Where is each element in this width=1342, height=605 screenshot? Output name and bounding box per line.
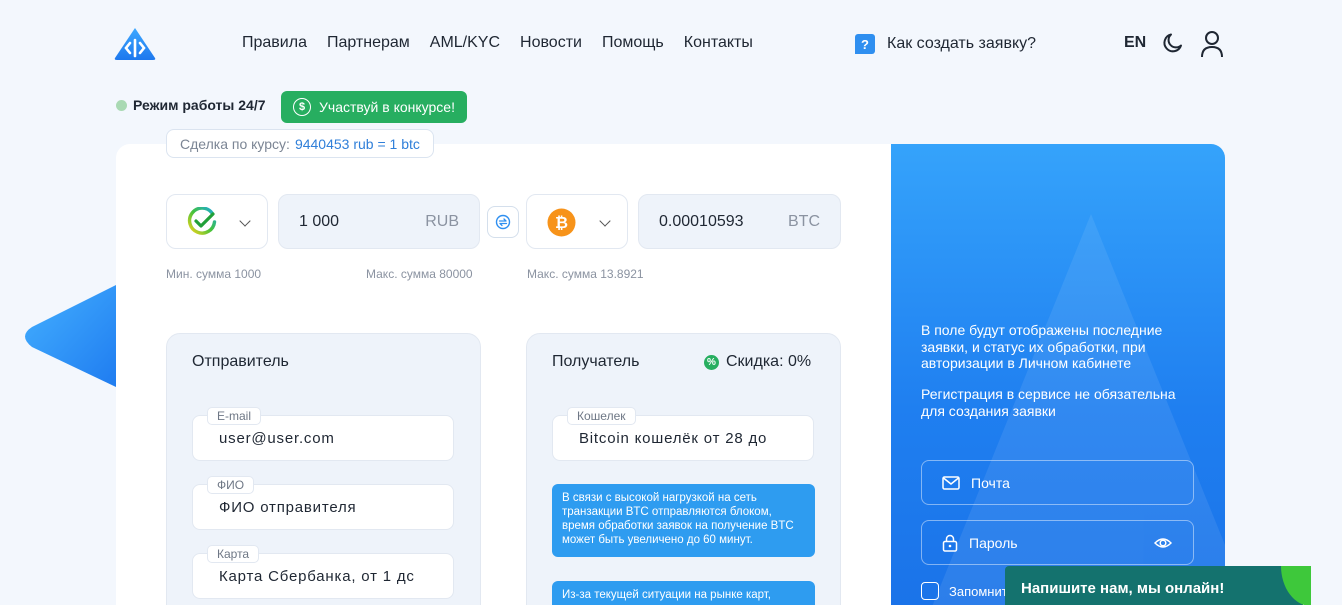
chat-widget-button[interactable]: Напишите нам, мы онлайн! xyxy=(1005,566,1311,605)
receive-currency-select[interactable]: ₿ xyxy=(526,194,628,249)
nav-aml-kyc[interactable]: AML/KYC xyxy=(430,34,500,52)
registration-info-text: Регистрация в сервисе не обязательна для… xyxy=(921,386,1176,419)
work-mode-status: Режим работы 24/7 xyxy=(116,97,266,113)
question-icon: ? xyxy=(855,34,875,54)
mail-icon xyxy=(942,475,960,490)
send-currency-code: RUB xyxy=(425,212,459,230)
online-dot xyxy=(116,99,127,111)
nav-contacts[interactable]: Контакты xyxy=(684,34,753,52)
user-icon[interactable] xyxy=(1200,30,1224,58)
login-email-input[interactable]: Почта xyxy=(921,460,1194,505)
percent-icon: % xyxy=(704,354,719,370)
eye-icon[interactable] xyxy=(1154,534,1172,552)
chevron-down-icon xyxy=(239,215,251,227)
login-password-placeholder: Пароль xyxy=(969,534,1018,551)
bitcoin-icon: ₿ xyxy=(547,208,576,237)
remember-me: Запомнить xyxy=(921,582,1014,600)
max-receive-limit: Макс. сумма 13.8921 xyxy=(527,267,644,281)
nav-help[interactable]: Помощь xyxy=(602,34,664,52)
swap-icon xyxy=(495,214,511,230)
send-amount-input[interactable]: 1 000 RUB xyxy=(278,194,480,249)
nav-news[interactable]: Новости xyxy=(520,34,582,52)
receive-currency-code: BTC xyxy=(788,212,820,230)
logo-icon[interactable] xyxy=(113,26,157,62)
discount-badge: % Скидка: 0% xyxy=(704,353,811,371)
chevron-down-icon xyxy=(599,215,611,227)
card-market-notice: Из-за текущей ситуации на рынке карт, xyxy=(552,581,815,605)
svg-text:₿: ₿ xyxy=(555,213,568,232)
chat-status-indicator xyxy=(1281,566,1311,605)
moon-icon[interactable] xyxy=(1161,31,1185,55)
swap-button[interactable] xyxy=(487,206,519,238)
receiver-title: Получатель xyxy=(552,353,640,370)
language-switch[interactable]: EN xyxy=(1124,34,1146,52)
chat-label: Напишите нам, мы онлайн! xyxy=(1021,580,1225,597)
sberbank-icon xyxy=(187,207,217,235)
login-password-input[interactable]: Пароль xyxy=(921,520,1194,565)
remember-checkbox[interactable] xyxy=(921,582,939,600)
receive-amount-value: 0.00010593 xyxy=(659,212,744,230)
nav-partners[interactable]: Партнерам xyxy=(327,34,410,52)
btc-network-notice: В связи с высокой нагрузкой на сеть тран… xyxy=(552,484,815,557)
login-email-placeholder: Почта xyxy=(971,474,1010,491)
rate-label: Сделка по курсу: xyxy=(180,135,290,152)
wallet-field-label: Кошелек xyxy=(567,407,636,425)
receive-amount-input[interactable]: 0.00010593 BTC xyxy=(638,194,841,249)
max-send-limit: Макс. сумма 80000 xyxy=(366,267,473,281)
send-currency-select[interactable] xyxy=(166,194,268,249)
how-to-label: Как создать заявку? xyxy=(887,35,1037,52)
receiver-panel xyxy=(526,333,841,605)
main-nav: Правила Партнерам AML/KYC Новости Помощь… xyxy=(242,34,753,52)
card-field-label: Карта xyxy=(207,545,260,563)
lock-icon xyxy=(942,534,958,552)
contest-label: Участвуй в конкурсе! xyxy=(319,99,455,115)
email-field-label: E-mail xyxy=(207,407,262,425)
rate-value: 9440453 rub = 1 btc xyxy=(294,135,420,152)
nav-rules[interactable]: Правила xyxy=(242,34,307,52)
auth-info-text: В поле будут отображены последние заявки… xyxy=(921,322,1163,371)
how-to-create-link[interactable]: ? Как создать заявку? xyxy=(855,34,1036,54)
send-amount-value: 1 000 xyxy=(299,212,340,230)
exchange-rate: Сделка по курсу: 9440453 rub = 1 btc xyxy=(166,129,434,158)
min-send-limit: Мин. сумма 1000 xyxy=(166,267,262,281)
work-mode-label: Режим работы 24/7 xyxy=(133,97,266,113)
dollar-coin-icon: $ xyxy=(293,98,312,116)
discount-label: Скидка: 0% xyxy=(726,353,812,370)
sender-title: Отправитель xyxy=(192,353,289,370)
contest-button[interactable]: $ Участвуй в конкурсе! xyxy=(281,91,467,123)
decorative-triangle xyxy=(25,285,116,387)
name-field-label: ФИО xyxy=(207,476,255,494)
